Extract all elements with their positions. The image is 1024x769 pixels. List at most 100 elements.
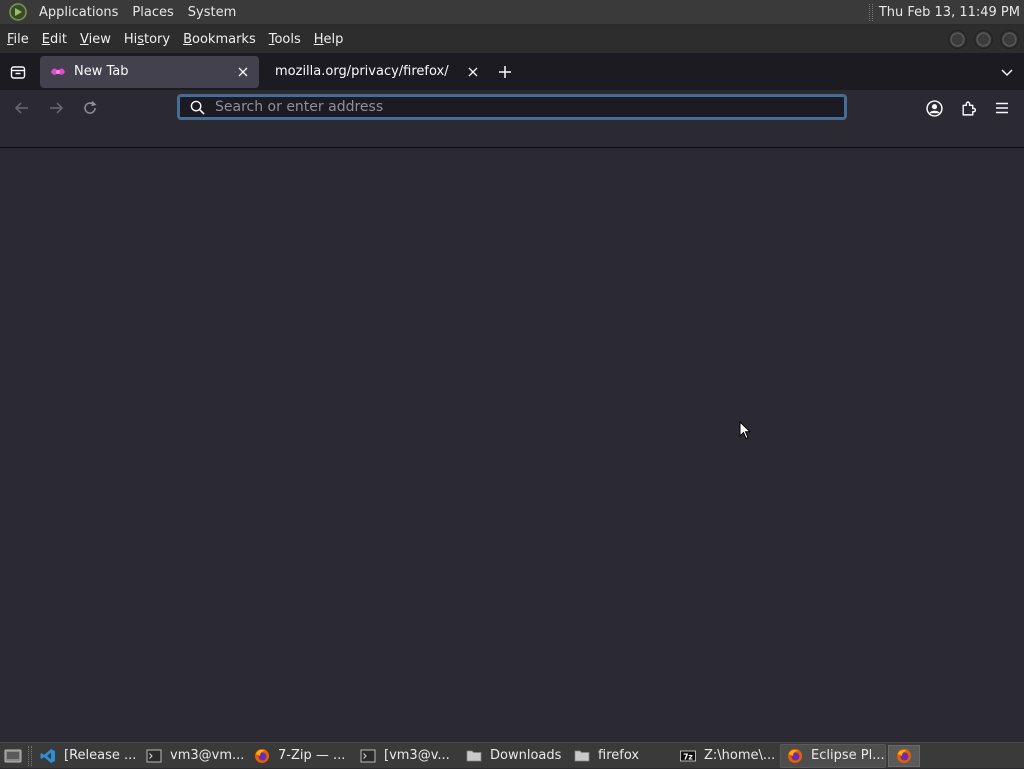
task-label: [vm3@v... (384, 748, 450, 763)
menu-tools[interactable]: Tools (262, 32, 307, 47)
firefox-view-icon (10, 65, 26, 79)
list-all-tabs-button[interactable] (990, 55, 1024, 89)
folder-icon (574, 748, 590, 764)
menu-view-mnemonic: V (79, 32, 89, 47)
close-tab-button[interactable] (231, 60, 255, 84)
tab-new-tab[interactable]: New Tab (40, 55, 259, 88)
minimize-button[interactable] (948, 30, 967, 49)
menu-bookmarks-mnemonic: B (183, 32, 193, 47)
forward-button[interactable] (39, 92, 73, 124)
hamburger-menu-icon (996, 102, 1008, 114)
tab-label: mozilla.org/privacy/firefox/ (275, 64, 449, 79)
close-icon (468, 67, 478, 76)
nav-toolbar (0, 90, 1024, 126)
account-button[interactable] (917, 92, 951, 124)
7zip-icon: 7z (680, 748, 696, 764)
clock-area: Thu Feb 13, 11:49 PM (868, 0, 1024, 24)
task-firefox-current[interactable] (888, 744, 920, 767)
mouse-cursor-icon (739, 421, 751, 440)
task-7zip[interactable]: 7z Z:\home\... (674, 744, 780, 768)
firefox-icon (787, 748, 803, 764)
taskbar-separator (28, 745, 32, 766)
task-terminal-1[interactable]: vm3@vm... (140, 744, 248, 768)
firefox-icon (897, 748, 911, 763)
menu-help-rest: elp (323, 32, 344, 47)
menu-history-rest: tory (144, 32, 171, 47)
task-label: Eclipse Pl... (811, 748, 885, 763)
menu-view[interactable]: View (73, 32, 117, 47)
close-tab-button[interactable] (461, 60, 485, 84)
menu-tools-rest: ools (274, 32, 301, 47)
task-vscode[interactable]: [Release ... (34, 744, 140, 768)
firefox-icon (254, 748, 270, 764)
menu-edit-rest: dit (50, 32, 67, 47)
extensions-button[interactable] (951, 92, 985, 124)
menu-history-pre: Hi (123, 32, 138, 47)
task-label: vm3@vm... (170, 748, 245, 763)
menu-file[interactable]: File (0, 32, 35, 47)
back-button[interactable] (5, 92, 39, 124)
app-menubar: File Edit View History Bookmarks Tools H… (0, 26, 1024, 53)
task-firefox-eclipse[interactable]: Eclipse Pl... (780, 743, 886, 768)
terminal-icon (146, 748, 162, 764)
close-icon (238, 67, 248, 76)
url-bar[interactable] (177, 94, 847, 120)
tab-mozilla-privacy[interactable]: mozilla.org/privacy/firefox/ (265, 56, 489, 88)
firefox-view-button[interactable] (0, 53, 36, 90)
show-desktop-icon (4, 749, 22, 762)
places-menu[interactable]: Places (125, 0, 180, 24)
plus-icon (499, 65, 511, 78)
show-desktop-button[interactable] (0, 743, 26, 769)
forward-arrow-icon (50, 102, 64, 114)
task-label: [Release ... (64, 748, 137, 763)
panel-separator (868, 3, 873, 21)
close-window-button[interactable] (1000, 30, 1019, 49)
menu-history-mnemonic: s (137, 32, 144, 47)
maximize-button[interactable] (974, 30, 993, 49)
address-input[interactable] (215, 99, 845, 115)
account-icon (925, 99, 943, 117)
menu-help[interactable]: Help (307, 32, 350, 47)
system-menu[interactable]: System (181, 0, 243, 24)
toolbar-actions (917, 92, 1019, 124)
task-downloads-folder[interactable]: Downloads (460, 744, 568, 768)
new-tab-button[interactable] (491, 58, 519, 86)
page-content[interactable] (0, 148, 1024, 742)
reload-button[interactable] (73, 92, 107, 124)
distro-logo-icon[interactable] (8, 2, 28, 22)
menu-bookmarks[interactable]: Bookmarks (176, 32, 262, 47)
applications-menu[interactable]: Applications (32, 0, 125, 24)
task-firefox-7zip[interactable]: 7-Zip — ... (248, 744, 354, 768)
puzzle-piece-icon (961, 101, 976, 116)
clock[interactable]: Thu Feb 13, 11:49 PM (879, 5, 1024, 20)
svg-text:7z: 7z (683, 752, 693, 761)
nav-buttons (5, 92, 107, 124)
task-label: 7-Zip — ... (278, 748, 346, 763)
task-label: Z:\home\... (704, 748, 776, 763)
menu-help-mnemonic: H (313, 32, 324, 47)
chevron-down-icon (1001, 68, 1013, 76)
back-arrow-icon (14, 102, 28, 114)
folder-icon (466, 748, 482, 764)
task-label: Downloads (490, 748, 562, 763)
tab-label: New Tab (74, 64, 129, 79)
menu-history[interactable]: History (117, 32, 176, 47)
menu-edit[interactable]: Edit (35, 32, 73, 47)
menu-file-rest: ile (13, 32, 29, 47)
taskbar: [Release ... vm3@vm... 7-Zip — ... [vm3@… (0, 742, 1024, 768)
app-menu-button[interactable] (985, 92, 1019, 124)
task-firefox-folder[interactable]: firefox (568, 744, 674, 768)
menu-bookmarks-rest: ookmarks (192, 32, 256, 47)
vscode-icon (40, 748, 56, 764)
task-label: firefox (598, 748, 640, 763)
firefox-newtab-icon (50, 64, 66, 80)
search-icon (179, 100, 215, 115)
system-menu-bar: Applications Places System (0, 0, 243, 24)
system-top-panel: Applications Places System Thu Feb 13, 1… (0, 0, 1024, 25)
window-controls (948, 30, 1024, 49)
menu-view-rest: iew (88, 32, 111, 47)
task-terminal-2[interactable]: [vm3@v... (354, 744, 460, 768)
terminal-icon (360, 748, 376, 764)
reload-icon (84, 100, 97, 114)
menu-edit-mnemonic: E (41, 32, 50, 47)
